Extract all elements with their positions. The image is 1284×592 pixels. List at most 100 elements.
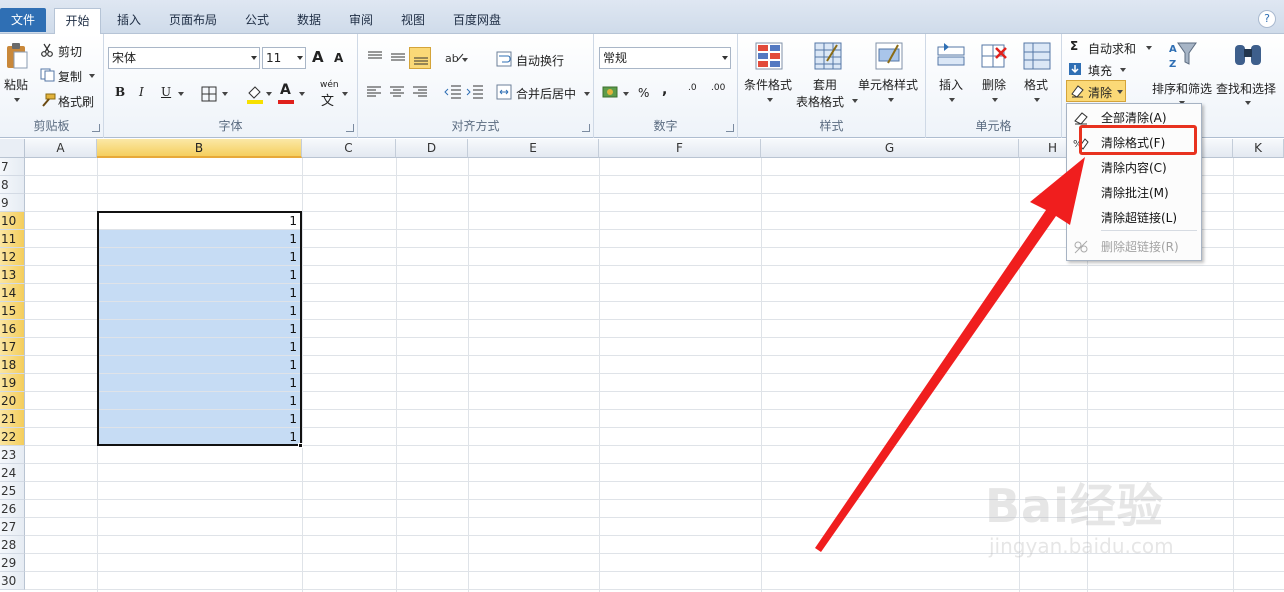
row-header-29[interactable]: 29 xyxy=(0,554,25,572)
select-all-corner[interactable] xyxy=(0,139,25,158)
column-header-g[interactable]: G xyxy=(761,139,1019,158)
row-header-27[interactable]: 27 xyxy=(0,518,25,536)
help-icon[interactable]: ? xyxy=(1258,10,1276,28)
row-header-22[interactable]: 22 xyxy=(0,428,25,446)
fill-color-icon[interactable] xyxy=(246,84,264,104)
cell-styles-button[interactable]: 单元格样式 xyxy=(858,38,922,108)
number-format-combo[interactable]: 常规 xyxy=(599,47,731,69)
align-top-icon[interactable] xyxy=(367,51,383,63)
column-header-d[interactable]: D xyxy=(396,139,468,158)
tab-home[interactable]: 开始 xyxy=(54,8,101,35)
merge-center-button[interactable]: 合并后居中 xyxy=(496,81,592,103)
bold-button[interactable]: B xyxy=(115,85,125,99)
cut-button[interactable]: 剪切 xyxy=(40,41,100,61)
autosum-label: 自动求和 xyxy=(1088,42,1137,56)
row-header-18[interactable]: 18 xyxy=(0,356,25,374)
tab-formulas[interactable]: 公式 xyxy=(236,8,278,34)
italic-button[interactable]: I xyxy=(139,85,144,99)
tab-data[interactable]: 数据 xyxy=(288,8,330,34)
copy-button[interactable]: 复制 xyxy=(40,66,100,86)
row-header-25[interactable]: 25 xyxy=(0,482,25,500)
row-header-11[interactable]: 11 xyxy=(0,230,25,248)
column-header-e[interactable]: E xyxy=(468,139,599,158)
menu-item-clear-comments[interactable]: 清除批注(M) xyxy=(1067,181,1201,205)
dialog-launcher-icon[interactable] xyxy=(726,124,734,132)
insert-cells-button[interactable]: 插入 xyxy=(932,38,970,108)
gridline xyxy=(25,589,1284,590)
row-header-8[interactable]: 8 xyxy=(0,176,25,194)
row-header-17[interactable]: 17 xyxy=(0,338,25,356)
tab-review[interactable]: 审阅 xyxy=(340,8,382,34)
align-center-icon[interactable] xyxy=(389,86,405,98)
font-size-combo[interactable]: 11 xyxy=(262,47,306,69)
underline-button[interactable]: U xyxy=(161,85,171,99)
delete-cells-button[interactable]: 删除 xyxy=(976,38,1014,108)
row-header-24[interactable]: 24 xyxy=(0,464,25,482)
conditional-format-button[interactable]: 条件格式 xyxy=(742,38,796,108)
dialog-launcher-icon[interactable] xyxy=(346,124,354,132)
row-header-23[interactable]: 23 xyxy=(0,446,25,464)
row-header-30[interactable]: 30 xyxy=(0,572,25,590)
tab-baidu-netdisk[interactable]: 百度网盘 xyxy=(444,8,510,34)
fill-label: 填充 xyxy=(1088,64,1113,78)
column-header-a[interactable]: A xyxy=(25,139,97,158)
tab-file[interactable]: 文件 xyxy=(0,8,46,32)
grow-font-button[interactable]: A xyxy=(312,48,324,66)
column-header-b[interactable]: B xyxy=(97,139,302,158)
row-header-12[interactable]: 12 xyxy=(0,248,25,266)
row-header-9[interactable]: 9 xyxy=(0,194,25,212)
format-painter-button[interactable]: 格式刷 xyxy=(40,91,100,111)
align-bottom-button[interactable] xyxy=(409,47,431,69)
tab-page-layout[interactable]: 页面布局 xyxy=(160,8,226,34)
menu-item-label: 清除批注(M) xyxy=(1101,186,1169,200)
clear-button[interactable]: 清除 xyxy=(1066,80,1126,102)
format-as-table-button[interactable]: 套用 表格格式 xyxy=(796,38,858,110)
decrease-decimal-button[interactable]: .00 xyxy=(711,84,725,93)
row-header-14[interactable]: 14 xyxy=(0,284,25,302)
row-header-19[interactable]: 19 xyxy=(0,374,25,392)
phonetic-guide-button[interactable]: wén xyxy=(320,80,339,90)
format-cells-button[interactable]: 格式 xyxy=(1018,38,1056,108)
decrease-indent-icon[interactable] xyxy=(444,85,462,99)
column-header-c[interactable]: C xyxy=(302,139,396,158)
paste-button[interactable]: 粘贴 xyxy=(2,38,32,106)
row-header-10[interactable]: 10 xyxy=(0,212,25,230)
comma-style-button[interactable]: , xyxy=(662,82,667,98)
borders-icon[interactable] xyxy=(201,86,217,102)
row-header-16[interactable]: 16 xyxy=(0,320,25,338)
row-header-21[interactable]: 21 xyxy=(0,410,25,428)
align-left-icon[interactable] xyxy=(366,86,382,98)
row-header-20[interactable]: 20 xyxy=(0,392,25,410)
row-header-15[interactable]: 15 xyxy=(0,302,25,320)
wrap-text-button[interactable]: 自动换行 xyxy=(496,48,586,70)
fill-handle[interactable] xyxy=(298,443,303,448)
menu-item-clear-hyperlinks[interactable]: 清除超链接(L) xyxy=(1067,206,1201,230)
align-right-icon[interactable] xyxy=(412,86,428,98)
tab-view[interactable]: 视图 xyxy=(392,8,434,34)
fill-button[interactable]: 填充 xyxy=(1068,59,1138,79)
row-header-28[interactable]: 28 xyxy=(0,536,25,554)
align-middle-icon[interactable] xyxy=(390,51,406,63)
font-color-button[interactable]: A xyxy=(280,82,291,98)
find-select-button[interactable]: 查找和选择 xyxy=(1216,38,1282,110)
menu-item-clear-contents[interactable]: 清除内容(C) xyxy=(1067,156,1201,180)
selection-range[interactable] xyxy=(97,211,302,446)
autosum-button[interactable]: Σ 自动求和 xyxy=(1068,37,1154,57)
shrink-font-button[interactable]: A xyxy=(334,51,343,65)
chevron-down-icon xyxy=(623,92,629,96)
accounting-format-icon[interactable] xyxy=(602,85,620,99)
sort-filter-button[interactable]: A Z 排序和筛选 xyxy=(1150,38,1214,110)
group-clipboard: 粘贴 剪切 复制 格式刷 剪贴板 xyxy=(0,34,104,138)
row-header-26[interactable]: 26 xyxy=(0,500,25,518)
font-name-combo[interactable]: 宋体 xyxy=(108,47,260,69)
row-header-13[interactable]: 13 xyxy=(0,266,25,284)
increase-indent-icon[interactable] xyxy=(466,85,484,99)
row-header-7[interactable]: 7 xyxy=(0,158,25,176)
tab-insert[interactable]: 插入 xyxy=(108,8,150,34)
percent-style-button[interactable]: % xyxy=(638,86,649,100)
column-header-k[interactable]: K xyxy=(1233,139,1284,158)
increase-decimal-button[interactable]: .0 xyxy=(688,84,697,93)
column-header-f[interactable]: F xyxy=(599,139,761,158)
dialog-launcher-icon[interactable] xyxy=(582,124,590,132)
dialog-launcher-icon[interactable] xyxy=(92,124,100,132)
